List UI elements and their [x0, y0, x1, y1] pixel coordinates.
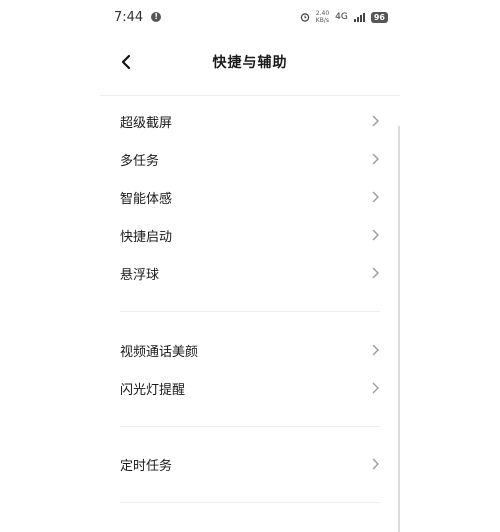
list-item-label: 快捷启动: [120, 229, 173, 245]
chevron-right-icon: [372, 115, 379, 127]
list-item-smart-motion[interactable]: 智能体感: [120, 178, 380, 216]
list-item-super-screenshot[interactable]: 超级截屏: [120, 102, 380, 140]
list-item-quick-launch[interactable]: 快捷启动: [120, 216, 380, 254]
list-item-video-call-beauty[interactable]: 视频通话美颜: [120, 331, 380, 369]
header-divider: [100, 95, 400, 96]
status-left: 7:44 !: [100, 9, 162, 25]
notification-icon: !: [151, 12, 162, 22]
list-item-flash-alert[interactable]: 闪光灯提醒: [120, 369, 380, 407]
status-bar: 7:44 ! 2.40 KB/s 4G 96: [100, 0, 400, 34]
alarm-icon: [300, 13, 309, 22]
back-button[interactable]: [112, 48, 140, 76]
divider: [120, 426, 380, 427]
network-type: 4G: [335, 12, 348, 22]
chevron-right-icon: [372, 267, 379, 279]
list-item-label: 闪光灯提醒: [120, 382, 186, 398]
page-title: 快捷与辅助: [212, 55, 288, 71]
list-item-label: 超级截屏: [120, 115, 173, 131]
list-item-label: 多任务: [120, 153, 160, 169]
page-header: 快捷与辅助: [100, 40, 400, 84]
chevron-right-icon: [372, 191, 379, 203]
battery-icon: 96: [370, 11, 388, 23]
status-right: 2.40 KB/s 4G 96: [300, 10, 400, 24]
list-item-label: 智能体感: [120, 191, 173, 207]
list-item-label: 视频通话美颜: [120, 344, 199, 360]
list-item-scheduled-tasks[interactable]: 定时任务: [120, 445, 380, 483]
divider: [120, 311, 380, 312]
list-item-multitask[interactable]: 多任务: [120, 140, 380, 178]
group-divider-1: [120, 311, 380, 312]
settings-group-2: 视频通话美颜 闪光灯提醒: [120, 331, 380, 407]
status-time: 7:44: [114, 9, 144, 25]
chevron-left-icon: [121, 54, 131, 70]
list-item-label: 悬浮球: [120, 267, 160, 283]
settings-group-3: 定时任务: [120, 445, 380, 483]
settings-group-1: 超级截屏 多任务 智能体感 快捷启动 悬浮球: [120, 102, 380, 292]
scrollbar[interactable]: [398, 126, 400, 532]
chevron-right-icon: [372, 344, 379, 356]
divider: [120, 502, 380, 503]
group-divider-2: [120, 426, 380, 427]
group-divider-3: [120, 502, 380, 503]
chevron-right-icon: [372, 458, 379, 470]
net-speed: 2.40 KB/s: [316, 10, 329, 24]
chevron-right-icon: [372, 382, 379, 394]
net-speed-unit: KB/s: [315, 17, 329, 24]
net-speed-value: 2.40: [315, 10, 330, 17]
list-item-floating-ball[interactable]: 悬浮球: [120, 254, 380, 292]
signal-icon: [353, 12, 365, 22]
list-item-label: 定时任务: [120, 458, 173, 474]
chevron-right-icon: [372, 229, 379, 241]
chevron-right-icon: [372, 153, 379, 165]
